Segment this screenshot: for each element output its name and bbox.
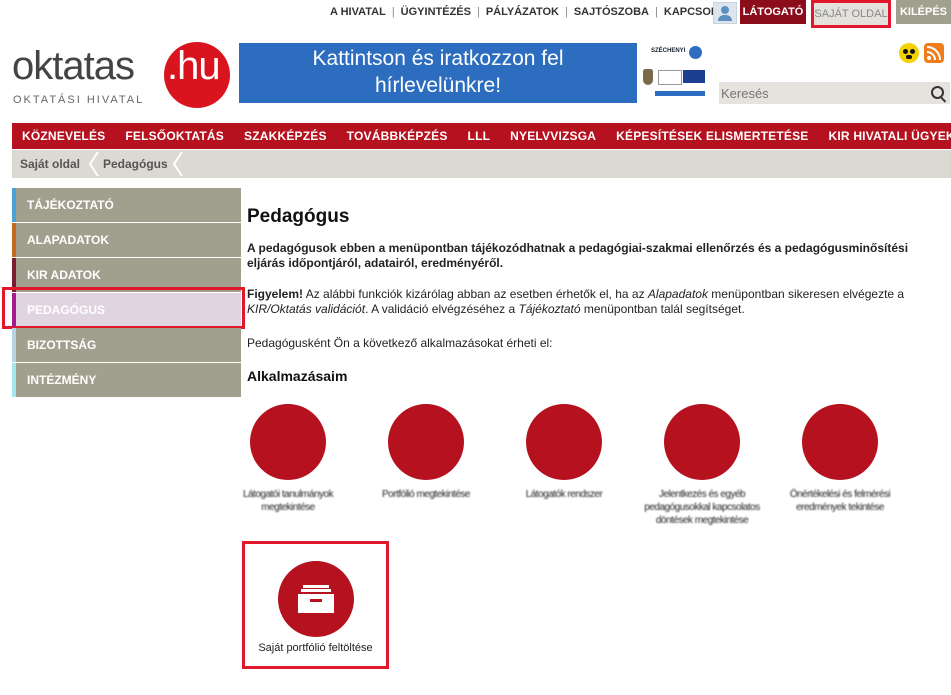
page-title: Pedagógus: [247, 206, 350, 227]
user-icon[interactable]: [713, 2, 737, 24]
sidebar-item-label: ALAPADATOK: [27, 233, 109, 247]
app-icon: [526, 404, 602, 480]
accessibility-icon[interactable]: [899, 43, 919, 63]
sidebar: TÁJÉKOZTATÓ ALAPADATOK KIR ADATOK PEDAGÓ…: [2, 188, 245, 398]
search-box: [719, 82, 950, 104]
szechenyi-badge-icon: [689, 46, 702, 59]
app-icon: [664, 404, 740, 480]
portfolio-label: Saját portfólió feltöltése: [258, 642, 373, 654]
warning-text: Figyelem! Az alábbi funkciók kizárólag a…: [247, 287, 937, 317]
nav-item-koznevelés[interactable]: KÖZNEVELÉS: [22, 129, 105, 143]
nav-item-kepesitesek[interactable]: KÉPESÍTÉSEK ELISMERTETÉSE: [616, 129, 808, 143]
archive-box-icon: [298, 585, 334, 613]
portfolio-icon: [278, 561, 354, 637]
szechenyi-label: SZÉCHENYI: [651, 48, 686, 54]
app-label: Jelentkezés és egyéb pedagógusokkal kapc…: [644, 489, 760, 526]
investment-bar: [655, 91, 705, 96]
eu-flag-icon: [683, 70, 705, 83]
own-page-button[interactable]: SAJÁT OLDAL: [811, 0, 891, 28]
app-icon: [388, 404, 464, 480]
breadcrumb-chevron-icon: [172, 152, 183, 176]
sidebar-item-intezmeny[interactable]: INTÉZMÉNY: [12, 363, 241, 397]
sidebar-item-bizottsag[interactable]: BIZOTTSÁG: [12, 328, 241, 362]
app-label: Látogatói tanulmányok megtekintése: [242, 489, 334, 513]
warning-link-validacio: KIR/Oktatás validációt: [247, 302, 366, 316]
nav-item-szakkepzes[interactable]: SZAKKÉPZÉS: [244, 129, 327, 143]
app-tile[interactable]: Jelentkezés és egyéb pedagógusokkal kapc…: [642, 404, 762, 527]
app-label: Portfólió megtekintése: [382, 489, 470, 500]
eu-text-box: [658, 70, 682, 85]
sidebar-stripe: [12, 328, 16, 362]
top-link-sajtoszoba[interactable]: SAJTÓSZOBA: [574, 6, 649, 18]
top-link-hivatal[interactable]: A HIVATAL: [330, 6, 386, 18]
search-icon[interactable]: [931, 86, 944, 99]
sidebar-stripe: [12, 223, 16, 257]
sidebar-item-label: KIR ADATOK: [27, 268, 101, 282]
logo-word: oktatas: [12, 44, 135, 88]
breadcrumb: Saját oldal Pedagógus: [12, 150, 951, 178]
nav-item-felsooktatas[interactable]: FELSŐOKTATÁS: [125, 129, 224, 143]
apps-info: Pedagógusként Ön a következő alkalmazáso…: [247, 336, 553, 350]
app-label: Látogatók rendszer: [525, 489, 603, 500]
app-tile[interactable]: Portfólió megtekintése: [366, 404, 486, 501]
szechenyi-logo: SZÉCHENYI: [637, 43, 708, 103]
sidebar-stripe: [12, 363, 16, 397]
warning-part: menüpontban sikeresen elvégezte a: [707, 287, 905, 301]
top-links: A HIVATAL | ÜGYINTÉZÉS | PÁLYÁZATOK | SAJTÓ…: [330, 6, 732, 18]
app-icon: [802, 404, 878, 480]
nav-item-nyelvvizsga[interactable]: NYELVVIZSGA: [510, 129, 596, 143]
main-nav: KÖZNEVELÉS FELSŐOKTATÁS SZAKKÉPZÉS TOVÁB…: [12, 123, 951, 149]
app-tile[interactable]: Látogatók rendszer: [504, 404, 624, 501]
warning-part: Az alábbi funkciók kizárólag abban az es…: [303, 287, 648, 301]
sidebar-item-label: PEDAGÓGUS: [27, 303, 106, 317]
portfolio-upload-tile[interactable]: Saját portfólió feltöltése: [242, 541, 389, 669]
sidebar-stripe: [12, 188, 16, 222]
nav-item-lll[interactable]: LLL: [468, 129, 491, 143]
warning-link-tajekoztato: Tájékoztató: [518, 302, 581, 316]
sidebar-item-label: BIZOTTSÁG: [27, 338, 97, 352]
sidebar-item-tajekoztato[interactable]: TÁJÉKOZTATÓ: [12, 188, 241, 222]
warning-part: . A validáció elvégzéséhez a: [365, 302, 519, 316]
logo-subtitle: OKTATÁSI HIVATAL: [13, 94, 145, 106]
newsletter-banner[interactable]: Kattintson és iratkozzon fel hírlevelünk…: [239, 43, 637, 103]
breadcrumb-own-page[interactable]: Saját oldal: [20, 157, 80, 171]
warning-part: menüpontban talál segítséget.: [580, 302, 745, 316]
app-label: Önértékelési és felmérési eredmények tek…: [789, 489, 891, 513]
nav-item-kir-hivatali[interactable]: KIR HIVATALI ÜGYEK: [829, 129, 951, 143]
exit-button[interactable]: KILÉPÉS: [896, 0, 951, 24]
visitor-button[interactable]: LÁTOGATÓ: [740, 0, 806, 24]
coat-of-arms-icon: [643, 69, 653, 85]
top-link-ugyintezes[interactable]: ÜGYINTÉZÉS: [401, 6, 471, 18]
banner-line-1: Kattintson és iratkozzon fel: [312, 47, 564, 70]
page-intro: A pedagógusok ebben a menüpontban tájéko…: [247, 241, 909, 270]
warning-link-alapadatok: Alapadatok: [647, 287, 708, 301]
warning-label: Figyelem!: [247, 287, 304, 301]
search-input[interactable]: [719, 82, 921, 104]
sidebar-item-pedagogus[interactable]: PEDAGÓGUS: [2, 287, 245, 329]
apps-heading: Alkalmazásaim: [247, 368, 348, 384]
sidebar-item-label: TÁJÉKOZTATÓ: [27, 198, 114, 212]
nav-item-tovabbkepzes[interactable]: TOVÁBBKÉPZÉS: [347, 129, 448, 143]
rss-icon[interactable]: [924, 43, 944, 63]
app-tile[interactable]: Látogatói tanulmányok megtekintése: [228, 404, 348, 514]
app-icon: [250, 404, 326, 480]
app-tile[interactable]: Önértékelési és felmérési eredmények tek…: [780, 404, 900, 514]
sidebar-item-label: INTÉZMÉNY: [27, 373, 97, 387]
sidebar-item-alapadatok[interactable]: ALAPADATOK: [12, 223, 241, 257]
sidebar-stripe: [12, 293, 16, 327]
top-link-palyazatok[interactable]: PÁLYÁZATOK: [486, 6, 559, 18]
logo-hu: .hu: [167, 44, 221, 88]
banner-line-2: hírlevelünkre!: [374, 74, 502, 97]
breadcrumb-pedagogus: Pedagógus: [103, 157, 168, 171]
top-bar: A HIVATAL | ÜGYINTÉZÉS | PÁLYÁZATOK | SAJTÓ…: [0, 0, 951, 28]
